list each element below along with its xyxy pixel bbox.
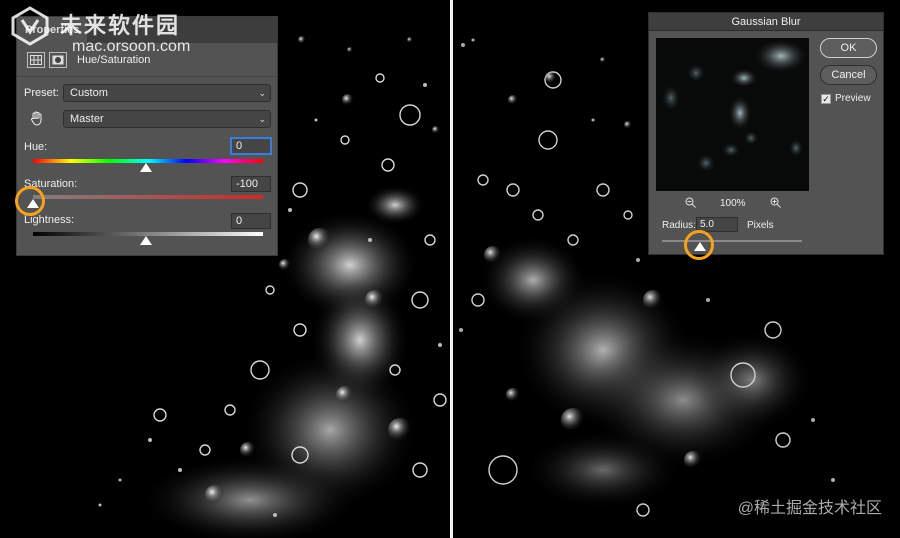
hand-tool-icon[interactable] (29, 110, 45, 131)
watermark-url: mac.orsoon.com (72, 38, 191, 55)
radius-label: Radius: (662, 220, 696, 231)
saturation-highlight-ring (15, 186, 45, 216)
hue-label: Hue: (24, 141, 48, 153)
channel-select[interactable]: Master ⌄ (63, 110, 271, 128)
ok-button[interactable]: OK (820, 38, 877, 58)
chevron-down-icon: ⌄ (258, 114, 266, 124)
preview-checkbox[interactable]: ✓ (821, 94, 831, 104)
blur-preview[interactable] (656, 38, 809, 191)
preset-value: Custom (70, 87, 108, 99)
lightness-slider-thumb[interactable] (140, 236, 152, 245)
zoom-out-icon[interactable] (685, 197, 696, 211)
zoom-level: 100% (720, 198, 746, 209)
credit-watermark: @稀土掘金技术社区 (737, 500, 882, 517)
hue-input[interactable]: 0 (231, 138, 271, 154)
dialog-title: Gaussian Blur (649, 13, 883, 31)
preset-select[interactable]: Custom ⌄ (63, 84, 271, 102)
blur-preview-image (656, 38, 809, 191)
preset-label: Preset: (24, 87, 59, 99)
orsoon-logo-icon (11, 6, 49, 46)
radius-slider-track[interactable] (662, 240, 802, 242)
gaussian-blur-dialog: Gaussian Blur OK Cancel ✓ Preview 100% R… (648, 12, 884, 255)
mask-icon[interactable] (49, 51, 67, 68)
hue-saturation-layer-icon[interactable] (27, 51, 45, 68)
saturation-slider-track[interactable] (33, 195, 263, 199)
preview-label: Preview (835, 93, 871, 104)
chevron-down-icon: ⌄ (258, 88, 266, 98)
saturation-input[interactable]: -100 (231, 176, 271, 192)
channel-value: Master (70, 113, 104, 125)
radius-highlight-ring (684, 230, 714, 260)
zoom-in-icon[interactable] (770, 197, 781, 211)
watermark-site-name: 未来软件园 (60, 13, 181, 38)
radius-units: Pixels (747, 220, 774, 231)
hue-slider-thumb[interactable] (140, 163, 152, 172)
lightness-input[interactable]: 0 (231, 213, 271, 229)
cancel-button[interactable]: Cancel (820, 65, 877, 85)
